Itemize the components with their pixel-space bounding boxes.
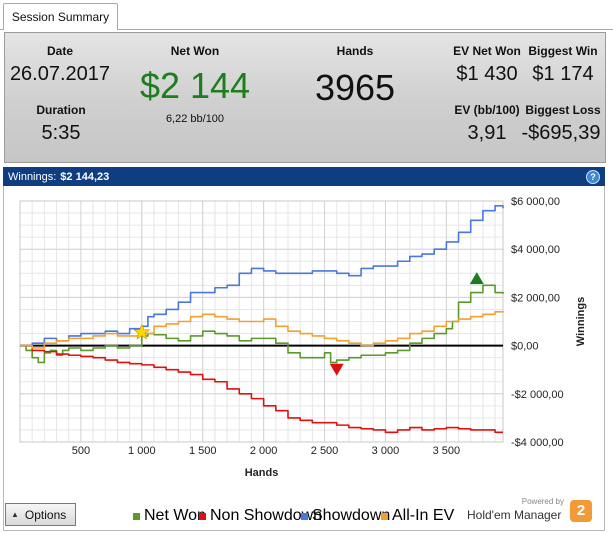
- legend-item-net-won[interactable]: Net Won: [133, 507, 206, 525]
- y-tick-label: $0,00: [511, 341, 539, 353]
- legend-swatch-non-showdown: [199, 512, 206, 520]
- y-tick-label: $6 000,00: [511, 196, 560, 208]
- brand-name: Hold'em Manager: [467, 508, 562, 522]
- legend-swatch-allin-ev: [381, 512, 388, 520]
- options-label: Options: [24, 507, 67, 522]
- legend-label-showdown: Showdown: [312, 507, 391, 524]
- x-tick-label: 2 500: [311, 445, 339, 457]
- winnings-chart: 500 1 000 1 500 2 000 2 500 3 000 3 500 $6 000,…: [19, 196, 587, 479]
- x-tick-label: 1 000: [128, 445, 156, 457]
- max-triangle-marker: [469, 272, 484, 285]
- x-tick-label: 3 500: [433, 445, 461, 457]
- series-line-showdown: [20, 205, 504, 347]
- brand-logo: 2: [570, 500, 592, 522]
- arrow-up-icon: ▲: [11, 510, 19, 519]
- y-tick-label: -$4 000,00: [511, 437, 564, 449]
- legend-item-allin-ev[interactable]: All-In EV: [381, 507, 454, 525]
- powered-by-text: Powered by: [521, 497, 564, 506]
- x-axis-title: Hands: [245, 467, 279, 479]
- y-tick-label: $2 000,00: [511, 292, 560, 304]
- y-axis-title: Winnings: [575, 297, 587, 346]
- y-tick-label: $4 000,00: [511, 244, 560, 256]
- legend-swatch-showdown: [301, 512, 308, 520]
- series-line-non-showdown: [20, 344, 503, 434]
- legend-label-net-won: Net Won: [144, 507, 206, 524]
- series-line-all-in-ev: [20, 311, 504, 349]
- legend-label-allin-ev: All-In EV: [392, 507, 455, 524]
- legend-item-showdown[interactable]: Showdown: [301, 507, 390, 525]
- x-tick-label: 500: [72, 445, 90, 457]
- x-tick-label: 2 000: [250, 445, 278, 457]
- x-tick-label: 3 000: [372, 445, 400, 457]
- y-tick-label: -$2 000,00: [511, 389, 564, 401]
- x-tick-label: 1 500: [189, 445, 217, 457]
- options-button[interactable]: ▲ Options: [5, 503, 76, 526]
- legend-swatch-net-won: [133, 512, 140, 520]
- brand-block: Powered by Hold'em Manager 2: [467, 497, 592, 525]
